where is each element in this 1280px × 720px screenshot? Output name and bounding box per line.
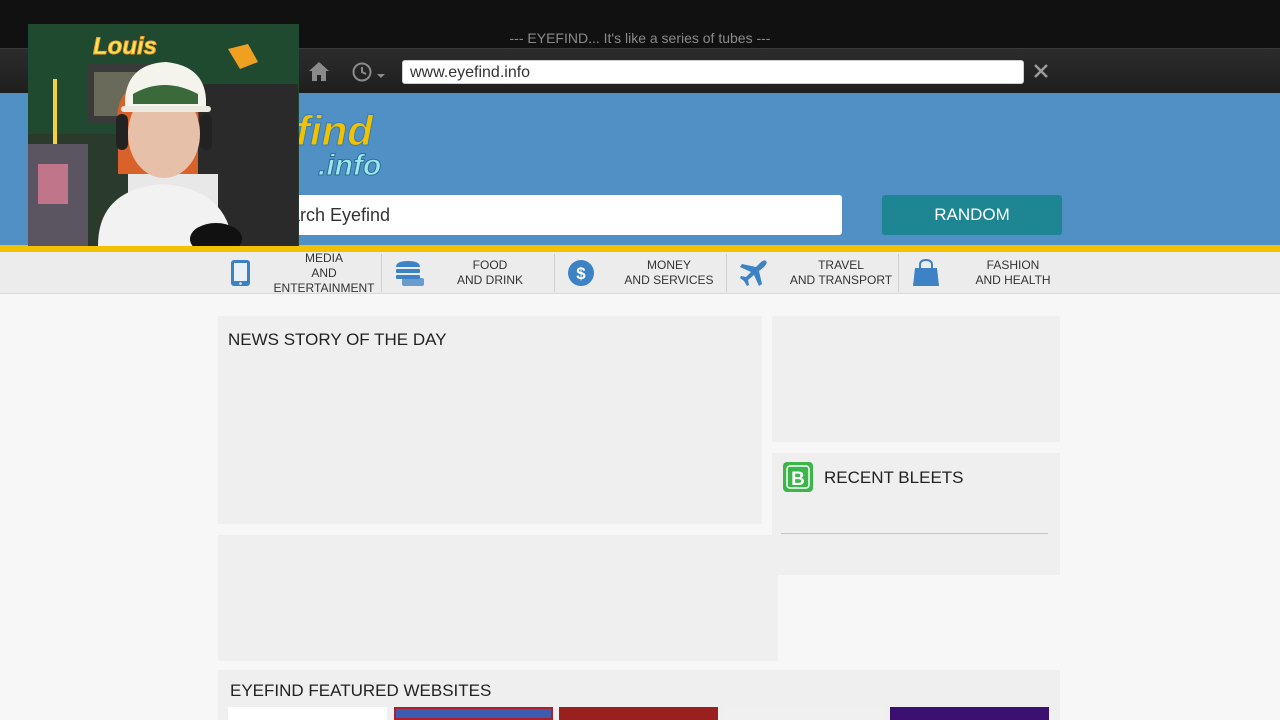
- bleeter-icon: B: [783, 462, 813, 492]
- svg-text:B: B: [791, 469, 805, 490]
- featured-site-thumb[interactable]: [890, 707, 1049, 720]
- close-icon[interactable]: [1031, 61, 1051, 81]
- nav-divider: [381, 254, 382, 292]
- recent-bleets-heading: RECENT BLEETS: [824, 468, 964, 487]
- featured-websites-heading: EYEFIND FEATURED WEBSITES: [230, 681, 492, 700]
- category-label-line2: AND ENTERTAINMENT: [273, 265, 375, 295]
- featured-site-thumb[interactable]: [228, 707, 387, 720]
- plane-icon: [740, 260, 767, 286]
- svg-text:$: $: [576, 264, 586, 283]
- category-label-line1: FASHION: [986, 258, 1040, 272]
- header-divider: [0, 245, 1280, 252]
- burger-icon: [396, 261, 424, 286]
- category-label-line1: MONEY: [646, 258, 691, 272]
- webcam-overlay: Louis: [28, 24, 299, 246]
- dollar-icon: $: [568, 260, 594, 286]
- featured-websites-panel: EYEFIND FEATURED WEBSITES: [218, 670, 1060, 720]
- news-story-heading: NEWS STORY OF THE DAY: [228, 330, 447, 349]
- recent-bleets-panel: B RECENT BLEETS: [772, 453, 1060, 575]
- nav-divider: [898, 254, 899, 292]
- home-icon[interactable]: [306, 59, 332, 85]
- category-travel[interactable]: TRAVEL AND TRANSPORT: [738, 252, 901, 294]
- neon-sign: Louis: [93, 33, 157, 60]
- random-button[interactable]: RANDOM: [882, 195, 1062, 235]
- address-bar[interactable]: www.eyefind.info: [402, 60, 1024, 84]
- nav-divider: [554, 254, 555, 292]
- category-fashion[interactable]: FASHION AND HEALTH: [910, 252, 1073, 294]
- featured-site-thumb[interactable]: [559, 707, 718, 720]
- category-label-line1: TRAVEL: [818, 258, 864, 272]
- category-nav: MEDIA AND ENTERTAINMENT FOOD AND DRINK $: [0, 250, 1280, 295]
- svg-text:find: find: [296, 107, 374, 154]
- tablet-icon: [231, 260, 250, 286]
- category-label-line2: AND DRINK: [456, 273, 523, 287]
- category-label-line2: AND HEALTH: [975, 273, 1051, 287]
- category-media[interactable]: MEDIA AND ENTERTAINMENT: [226, 250, 384, 295]
- category-label-line1: MEDIA: [304, 250, 343, 265]
- svg-text:.info: .info: [318, 149, 381, 181]
- eyefind-logo[interactable]: find .info: [290, 103, 410, 182]
- ad-panel: [772, 316, 1060, 442]
- category-money[interactable]: $ MONEY AND SERVICES: [566, 252, 729, 294]
- nav-divider: [726, 254, 727, 292]
- shopping-bag-icon: [913, 258, 939, 286]
- category-label-line1: FOOD: [472, 258, 508, 272]
- category-label-line2: AND SERVICES: [624, 273, 714, 287]
- news-story-panel[interactable]: NEWS STORY OF THE DAY: [218, 316, 762, 524]
- screen: --- EYEFIND... It's like a series of tub…: [0, 0, 1280, 720]
- category-food[interactable]: FOOD AND DRINK: [394, 252, 550, 294]
- content-panel: [218, 535, 778, 661]
- bleets-divider: [781, 533, 1048, 534]
- history-icon[interactable]: [350, 59, 388, 85]
- featured-site-thumb[interactable]: [394, 707, 553, 720]
- featured-site-thumb[interactable]: [725, 707, 884, 720]
- search-input[interactable]: arch Eyefind: [284, 195, 842, 235]
- category-label-line2: AND TRANSPORT: [789, 273, 893, 287]
